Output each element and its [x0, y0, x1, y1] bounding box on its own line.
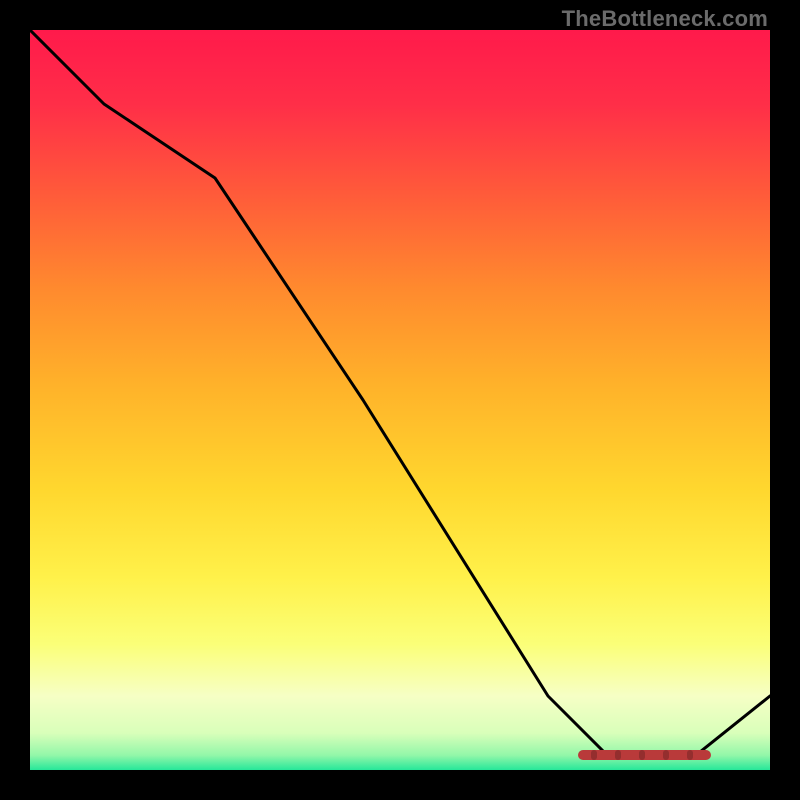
optimal-range-marker	[578, 750, 711, 760]
watermark: TheBottleneck.com	[562, 6, 768, 32]
bottleneck-curve	[30, 30, 770, 770]
plot-area	[30, 30, 770, 770]
chart-frame: TheBottleneck.com	[0, 0, 800, 800]
